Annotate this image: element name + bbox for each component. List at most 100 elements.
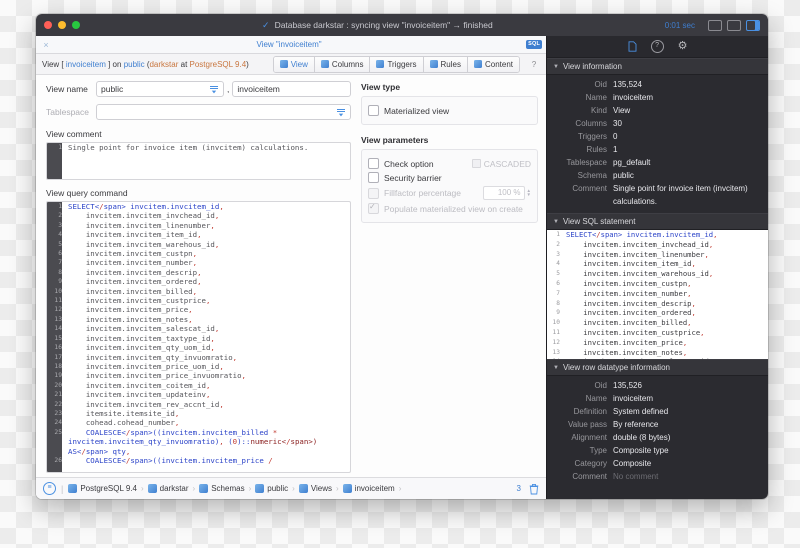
view-name-label: View name	[46, 84, 96, 94]
security-barrier-label: Security barrier	[384, 173, 442, 183]
sql-line: 1 SELECT</span> invcitem.invcitem_id,	[547, 230, 768, 240]
breadcrumb-item[interactable]: darkstar ›	[148, 484, 197, 493]
context-segment: )	[246, 60, 249, 69]
query-line: 24 cohead.cohead_number,	[47, 418, 350, 427]
query-line: 16 invcitem.invcitem_qty_uom_id,	[47, 343, 350, 352]
sync-status-text: Database darkstar : syncing view "invoic…	[275, 20, 493, 30]
schema-input[interactable]: public	[96, 81, 224, 97]
breadcrumb-item[interactable]: Schemas ›	[199, 484, 252, 493]
toolbar: View [ invoiceitem ] on public (darkstar…	[36, 54, 546, 75]
context-segment: at	[178, 60, 189, 69]
view-comment-editor[interactable]: 1 Single point for invoice item (invcite…	[46, 142, 351, 180]
context-segment: ] on	[106, 60, 124, 69]
view-options-column: View type Materialized view View paramet…	[361, 81, 538, 473]
titlebar-right: 0:01 sec	[665, 20, 760, 31]
view-parameters-panel: Check option CASCADED Security barrier	[361, 149, 538, 223]
datatype-row: Value pass By reference	[549, 418, 762, 431]
populate-row: Populate materialized view on create	[368, 203, 531, 214]
trash-icon[interactable]	[529, 483, 539, 495]
content-tab-icon	[474, 60, 482, 68]
info-row: Triggers 0	[549, 130, 762, 143]
breadcrumb-item[interactable]: Views ›	[299, 484, 340, 493]
crumb-label: darkstar	[160, 484, 189, 493]
fillfactor-input[interactable]: 100 %	[483, 186, 525, 200]
view-parameters-heading: View parameters	[361, 135, 538, 145]
context-segment: public	[124, 60, 145, 69]
view-information-rows: Oid 135,524 Name invoiceitem Kind View C…	[547, 75, 768, 213]
query-line: 1 SELECT</span> invcitem.invcitem_id,	[47, 202, 350, 211]
datatype-row: Category Composite	[549, 457, 762, 470]
titlebar[interactable]: ✓ Database darkstar : syncing view "invo…	[36, 14, 768, 36]
menu-circle-icon[interactable]: ≡	[43, 482, 56, 495]
query-line: 9 invcitem.invcitem_ordered,	[47, 277, 350, 286]
object-tab[interactable]: Content	[468, 57, 519, 72]
document-tabbar[interactable]: × View "invoiceitem" SQL	[36, 36, 546, 54]
sql-line: 6 invcitem.invcitem_custpn,	[547, 279, 768, 289]
breadcrumb-item[interactable]: public ›	[255, 484, 296, 493]
tab-title: View "invoiceitem"	[52, 40, 526, 49]
tab-label: View	[291, 60, 308, 69]
document-icon[interactable]	[628, 41, 637, 52]
schemas-icon	[199, 484, 208, 493]
sidebar-help-icon[interactable]: ?	[651, 40, 664, 53]
info-row: Schema public	[549, 169, 762, 182]
chevron-right-icon: ›	[336, 484, 339, 493]
disclosure-triangle-icon: ▼	[553, 219, 559, 225]
query-line: 15 invcitem.invcitem_taxtype_id,	[47, 334, 350, 343]
sql-badge[interactable]: SQL	[526, 40, 542, 50]
comment-line: 1 Single point for invoice item (invcite…	[47, 143, 350, 152]
sql-line: 7 invcitem.invcitem_number,	[547, 289, 768, 299]
fillfactor-stepper[interactable]: ▲▼	[527, 189, 531, 198]
cascaded-option: CASCADED	[472, 159, 531, 169]
schema-value: public	[101, 84, 206, 94]
close-window-button[interactable]	[44, 21, 52, 29]
view-name-input[interactable]: invoiceitem	[232, 81, 351, 97]
minimize-window-button[interactable]	[58, 21, 66, 29]
breadcrumb-item[interactable]: invoiceitem ›	[343, 484, 403, 493]
disclosure-triangle-icon: ▼	[553, 365, 559, 371]
check-option-label: Check option	[384, 159, 434, 169]
tablespace-completion-icon[interactable]	[336, 108, 346, 117]
query-line: 8 invcitem.invcitem_descrip,	[47, 268, 350, 277]
gear-icon[interactable]: ⚙	[678, 41, 688, 52]
tablespace-input[interactable]	[96, 104, 351, 120]
view-information-header[interactable]: ▼ View information	[547, 58, 768, 75]
triggers-tab-icon	[376, 60, 384, 68]
sync-status: ✓ Database darkstar : syncing view "invo…	[90, 20, 665, 31]
populate-checkbox[interactable]	[368, 203, 379, 214]
context-segment: PostgreSQL 9.4	[190, 60, 247, 69]
query-line: 3 invcitem.invcitem_linenumber,	[47, 221, 350, 230]
security-barrier-checkbox[interactable]	[368, 172, 379, 183]
toggle-right-panel-button[interactable]	[746, 20, 760, 31]
view-query-editor[interactable]: 1 SELECT</span> invcitem.invcitem_id, 2 …	[46, 201, 351, 473]
info-row: Comment Single point for invoice item (i…	[549, 182, 762, 208]
object-tab[interactable]: Triggers	[370, 57, 423, 72]
schema-completion-icon[interactable]	[209, 85, 219, 94]
view-datatype-header[interactable]: ▼ View row datatype information	[547, 359, 768, 376]
toggle-left-panel-button[interactable]	[708, 20, 722, 31]
object-tab[interactable]: Rules	[424, 57, 468, 72]
app-window: ✓ Database darkstar : syncing view "invo…	[36, 14, 768, 499]
datatype-row: Alignment double (8 bytes)	[549, 431, 762, 444]
breadcrumb-item[interactable]: PostgreSQL 9.4 ›	[68, 484, 144, 493]
close-tab-icon[interactable]: ×	[40, 40, 52, 50]
toggle-bottom-panel-button[interactable]	[727, 20, 741, 31]
view-sql-header[interactable]: ▼ View SQL statement	[547, 213, 768, 230]
tablespace-label: Tablespace	[46, 107, 96, 117]
help-button[interactable]: ?	[528, 58, 540, 70]
sql-line: 10 invcitem.invcitem_billed,	[547, 318, 768, 328]
object-tab[interactable]: Columns	[315, 57, 371, 72]
view-editor-content: View name public , invoiceitem Table	[36, 75, 546, 477]
materialized-view-checkbox[interactable]	[368, 105, 379, 116]
fillfactor-checkbox[interactable]	[368, 188, 379, 199]
query-line: 19 invcitem.invcitem_price_invuomratio,	[47, 371, 350, 380]
context-segment: View [	[42, 60, 66, 69]
sql-line: 8 invcitem.invcitem_descrip,	[547, 299, 768, 309]
object-tab[interactable]: View	[274, 57, 315, 72]
views-icon	[299, 484, 308, 493]
zoom-window-button[interactable]	[72, 21, 80, 29]
query-line: 7 invcitem.invcitem_number,	[47, 258, 350, 267]
stepper-down-icon[interactable]: ▼	[527, 193, 531, 198]
view-sql-statement[interactable]: 1 SELECT</span> invcitem.invcitem_id, 2 …	[547, 230, 768, 359]
check-option-checkbox[interactable]	[368, 158, 379, 169]
